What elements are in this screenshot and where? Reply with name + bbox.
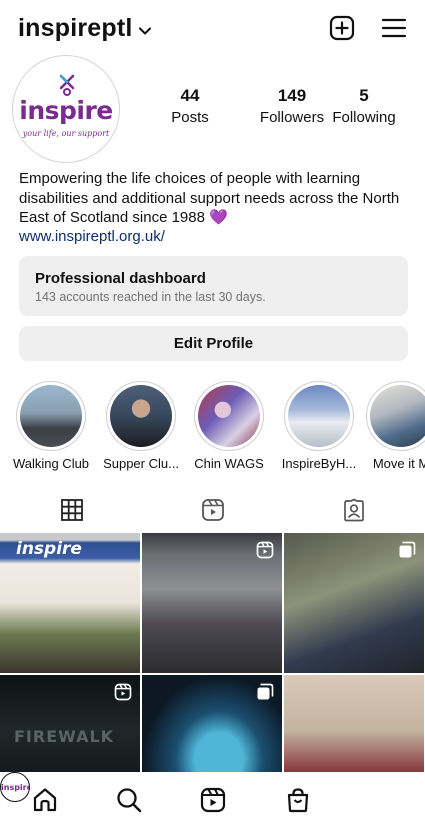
website-link[interactable]: www.inspireptl.org.uk/: [19, 228, 165, 245]
plus-square-icon[interactable]: [328, 14, 356, 42]
tile-overlay-text: FIREWALK: [14, 727, 115, 746]
highlight-ring: [194, 381, 264, 451]
reels-icon: [256, 541, 274, 559]
highlight-walking-club[interactable]: Walking Club: [8, 381, 94, 471]
posts-count: 44: [180, 86, 200, 105]
carousel-icon: [399, 541, 416, 558]
highlight-inspirebyh[interactable]: InspireByH...: [276, 381, 362, 471]
username: inspireptl: [18, 14, 133, 42]
reels-icon[interactable]: [199, 786, 227, 814]
highlight-image: [198, 385, 260, 447]
home-icon[interactable]: [31, 786, 59, 814]
profile-avatar[interactable]: inspire: [0, 772, 30, 802]
highlight-chin-wags[interactable]: Chin WAGS: [186, 381, 272, 471]
profile-header: inspireptl: [0, 0, 425, 55]
profile-avatar[interactable]: inspire your life, our support: [12, 55, 120, 163]
bottom-nav: inspire: [0, 772, 425, 825]
profile-bio: Empowering the life choices of people wi…: [19, 169, 414, 228]
professional-dashboard[interactable]: Professional dashboard 143 accounts reac…: [19, 256, 408, 316]
posts-stat[interactable]: 44 Posts: [160, 86, 220, 126]
post-tile[interactable]: [284, 533, 424, 673]
avatar-logo-text: inspire: [19, 96, 113, 125]
nav-avatar-text: inspire: [1, 783, 30, 792]
highlight-image: [370, 385, 425, 447]
carousel-icon: [257, 683, 274, 700]
following-count: 5: [359, 86, 369, 105]
tagged-icon[interactable]: [342, 498, 366, 522]
post-tile[interactable]: [142, 533, 282, 673]
inspire-logo-mark: [59, 74, 75, 96]
avatar-tagline: your life, our support: [22, 129, 110, 138]
shop-icon[interactable]: [284, 786, 312, 814]
highlight-image: [110, 385, 172, 447]
highlight-move-it[interactable]: Move it M: [366, 381, 425, 471]
highlight-ring: [366, 381, 425, 451]
highlight-label: Supper Clu...: [103, 456, 179, 471]
hamburger-menu-icon[interactable]: [380, 14, 408, 42]
following-label: Following: [332, 109, 396, 126]
highlight-label: InspireByH...: [281, 456, 357, 471]
highlight-label: Move it M: [372, 456, 425, 471]
reels-icon[interactable]: [201, 498, 225, 522]
grid-icon[interactable]: [60, 498, 84, 522]
tile-overlay-text: inspire: [16, 539, 82, 559]
following-stat[interactable]: 5 Following: [328, 86, 400, 126]
posts-label: Posts: [171, 109, 209, 126]
dashboard-subtitle: 143 accounts reached in the last 30 days…: [35, 290, 266, 304]
highlight-image: [288, 385, 350, 447]
highlight-supper-club[interactable]: Supper Clu...: [98, 381, 184, 471]
highlight-label: Walking Club: [12, 456, 90, 471]
highlight-image: [20, 385, 82, 447]
highlight-ring: [16, 381, 86, 451]
highlight-label: Chin WAGS: [194, 456, 264, 471]
highlight-ring: [106, 381, 176, 451]
dashboard-title: Professional dashboard: [35, 270, 206, 287]
reels-icon: [114, 683, 132, 701]
purple-heart-emoji: 💜: [209, 209, 228, 226]
chevron-down-icon: [138, 27, 151, 34]
highlight-ring: [284, 381, 354, 451]
post-tile[interactable]: inspire: [0, 533, 140, 673]
edit-profile-button[interactable]: Edit Profile: [19, 326, 408, 361]
search-icon[interactable]: [115, 786, 143, 814]
account-switcher[interactable]: inspireptl: [18, 14, 151, 43]
